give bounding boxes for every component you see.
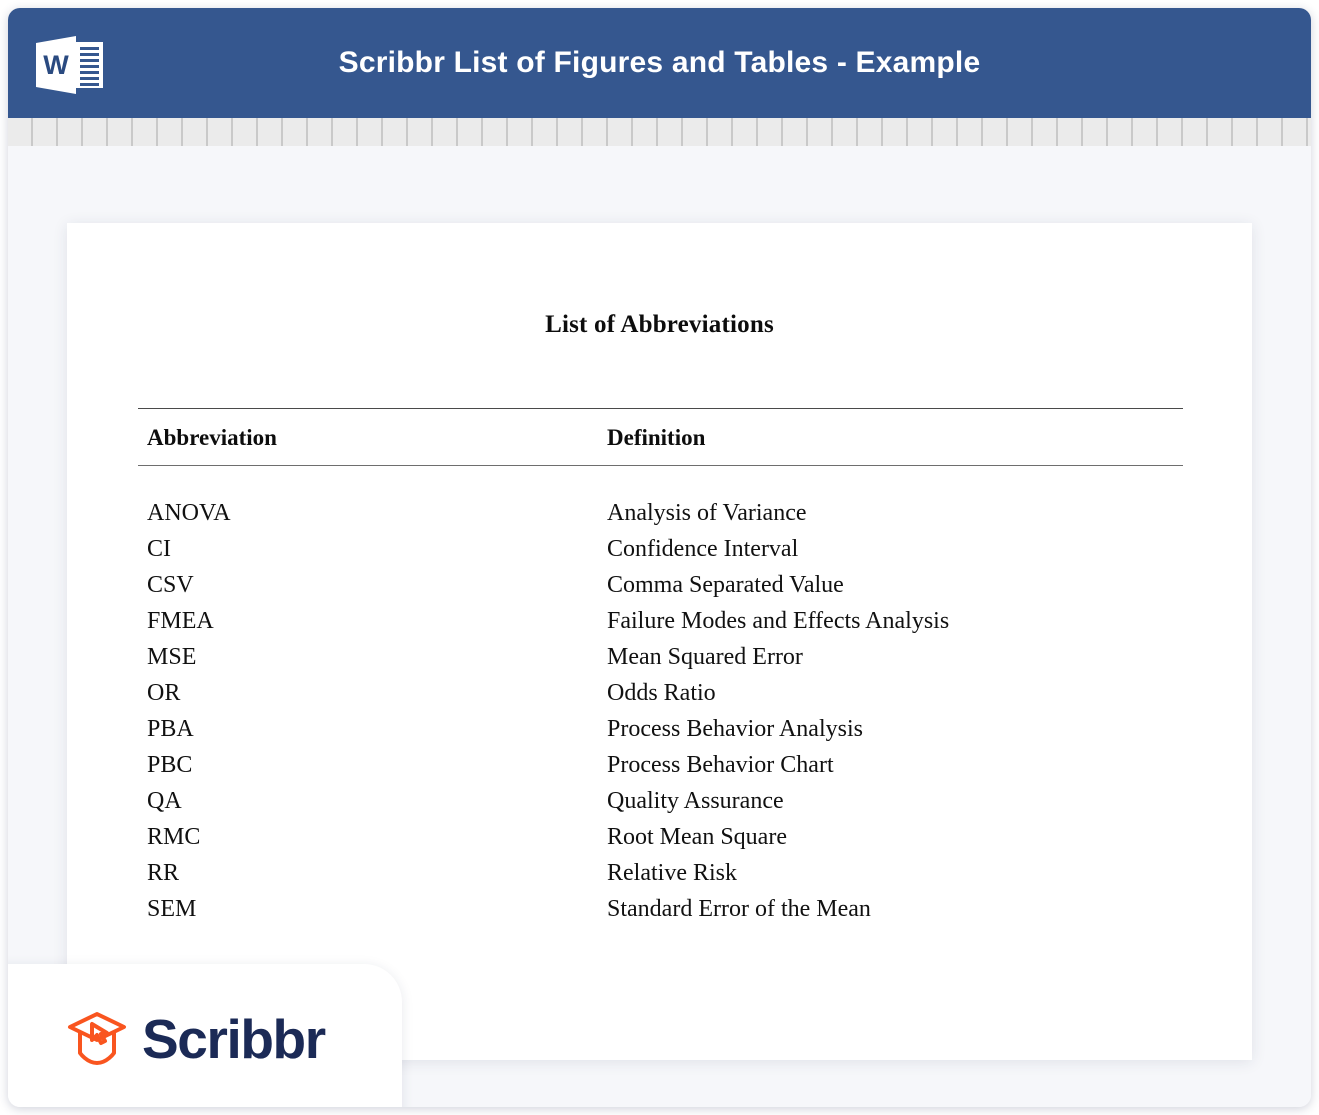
cell-abbreviation: PBC — [147, 752, 193, 778]
cell-abbreviation: SEM — [147, 896, 197, 922]
table-row: CSV Comma Separated Value — [138, 568, 1183, 604]
table-row: OR Odds Ratio — [138, 676, 1183, 712]
cell-abbreviation: QA — [147, 788, 182, 814]
cell-definition: Root Mean Square — [607, 824, 787, 850]
scribbr-wordmark: Scribbr — [142, 1007, 326, 1070]
cell-definition: Odds Ratio — [607, 680, 716, 706]
cell-abbreviation: CSV — [147, 572, 194, 598]
cell-abbreviation: MSE — [147, 644, 197, 670]
screenshot-root: W Scribbr List of Figures and Tables - E… — [0, 0, 1319, 1115]
page-title: List of Abbreviations — [545, 311, 774, 338]
app-window-card: W Scribbr List of Figures and Tables - E… — [8, 8, 1311, 1107]
cell-abbreviation: CI — [147, 536, 171, 562]
window-titlebar: W Scribbr List of Figures and Tables - E… — [8, 8, 1311, 118]
scribbr-logo-panel: Scribbr — [8, 964, 402, 1107]
column-header-abbreviation: Abbreviation — [138, 408, 598, 466]
column-header-definition: Definition — [598, 408, 1183, 466]
table-row: CI Confidence Interval — [138, 532, 1183, 568]
cell-definition: Confidence Interval — [607, 536, 799, 562]
document-workspace: List of Abbreviations Abbreviation Defin… — [8, 146, 1311, 1107]
cell-abbreviation: OR — [147, 680, 181, 706]
cell-definition: Process Behavior Chart — [607, 752, 834, 778]
cell-definition: Mean Squared Error — [607, 644, 803, 670]
table-header: Abbreviation Definition — [138, 408, 1183, 466]
table-row: FMEA Failure Modes and Effects Analysis — [138, 604, 1183, 640]
scribbr-logo[interactable]: Scribbr — [66, 1007, 326, 1070]
cell-abbreviation: RMC — [147, 824, 201, 850]
cell-definition: Standard Error of the Mean — [607, 896, 871, 922]
document-content: List of Abbreviations Abbreviation Defin… — [67, 223, 1252, 1060]
ruler-ticks — [8, 118, 1311, 146]
cell-definition: Comma Separated Value — [607, 572, 844, 598]
table-row: QA Quality Assurance — [138, 784, 1183, 820]
table-row: MSE Mean Squared Error — [138, 640, 1183, 676]
table-body: ANOVA Analysis of Variance CI Confidence… — [138, 466, 1183, 928]
horizontal-ruler[interactable] — [8, 118, 1311, 146]
table-row: ANOVA Analysis of Variance — [138, 466, 1183, 532]
cell-definition: Process Behavior Analysis — [607, 716, 863, 742]
table-header-row: Abbreviation Definition — [138, 408, 1183, 466]
table-row: RR Relative Risk — [138, 856, 1183, 892]
cell-abbreviation: PBA — [147, 716, 194, 742]
cell-definition: Failure Modes and Effects Analysis — [607, 608, 950, 634]
table-row: SEM Standard Error of the Mean — [138, 892, 1183, 928]
table-row: RMC Root Mean Square — [138, 820, 1183, 856]
table-row: PBC Process Behavior Chart — [138, 748, 1183, 784]
graduation-cap-cursor-icon — [66, 1010, 128, 1068]
cell-definition: Relative Risk — [607, 860, 737, 886]
cell-abbreviation: ANOVA — [147, 500, 231, 526]
document-page: List of Abbreviations Abbreviation Defin… — [67, 223, 1252, 1060]
window-title: Scribbr List of Figures and Tables - Exa… — [338, 46, 981, 79]
table-row: PBA Process Behavior Analysis — [138, 712, 1183, 748]
cell-definition: Analysis of Variance — [607, 500, 807, 526]
cell-definition: Quality Assurance — [607, 788, 784, 814]
cell-abbreviation: FMEA — [147, 608, 214, 634]
abbreviations-table: Abbreviation Definition ANOVA Analysis o… — [138, 408, 1183, 928]
cell-abbreviation: RR — [147, 860, 180, 886]
